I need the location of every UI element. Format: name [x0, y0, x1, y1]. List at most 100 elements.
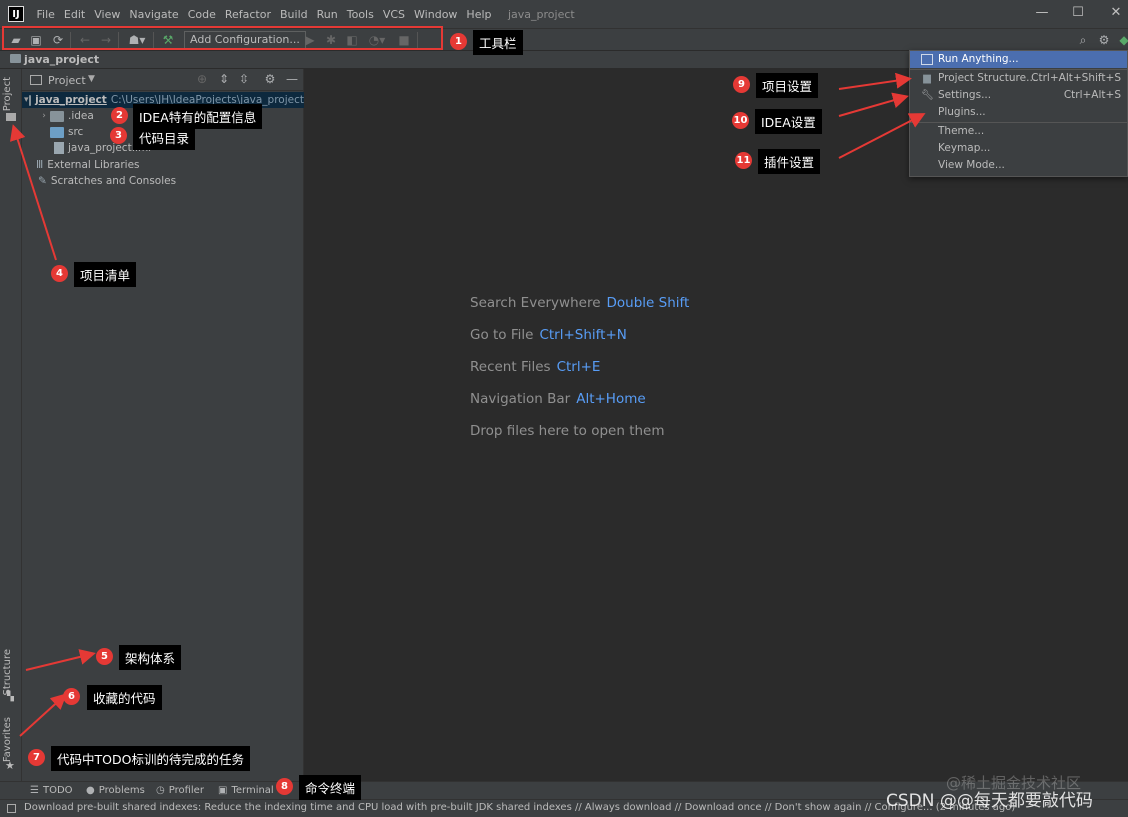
- annotation-badge: 5: [96, 648, 113, 665]
- annotation-badge: 9: [733, 76, 750, 93]
- annotation-label: 收藏的代码: [87, 685, 162, 710]
- tree-item-scratches[interactable]: ✎ Scratches and Consoles: [38, 173, 176, 189]
- annotation-label: 命令终端: [299, 775, 362, 800]
- library-icon: Ⅲ: [36, 159, 44, 171]
- tab-problems[interactable]: ● Problems: [86, 785, 145, 796]
- annotation-label: 架构体系: [119, 645, 182, 670]
- annotation-badge: 2: [111, 107, 128, 124]
- problems-icon: ●: [86, 785, 95, 796]
- menu-item-plugins[interactable]: Plugins...: [910, 104, 1127, 121]
- left-tool-strip: Project Structure ▚ Favorites ★: [0, 69, 22, 781]
- status-icon[interactable]: [7, 804, 16, 813]
- search-icon[interactable]: ⌕: [1075, 32, 1091, 48]
- tab-structure[interactable]: Structure: [2, 649, 13, 696]
- hint-recent-files: Recent Files Ctrl+E: [470, 359, 600, 375]
- status-message[interactable]: Download pre-built shared indexes: Reduc…: [24, 802, 1015, 813]
- tab-favorites[interactable]: Favorites: [2, 717, 13, 762]
- menu-item-settings[interactable]: 🔧︎ Settings... Ctrl+Alt+S: [910, 87, 1127, 104]
- watermark: CSDN @@每天都要敲代码: [886, 791, 1093, 811]
- source-folder-icon: [50, 126, 64, 138]
- chevron-right-icon[interactable]: ›: [38, 111, 50, 121]
- maximize-button[interactable]: ☐: [1069, 5, 1087, 20]
- tab-todo[interactable]: ☰ TODO: [30, 785, 73, 796]
- hint-text: Recent Files: [470, 359, 551, 375]
- menu-help[interactable]: Help: [462, 8, 496, 21]
- list-icon: ☰: [30, 785, 39, 796]
- hint-drop-files: Drop files here to open them: [470, 423, 665, 439]
- tree-item-idea[interactable]: › .idea: [38, 108, 94, 124]
- menu-item-project-structure[interactable]: ▆ Project Structure... Ctrl+Alt+Shift+S: [910, 70, 1127, 87]
- tab-terminal[interactable]: ▣ Terminal: [218, 785, 274, 796]
- hint-go-to-file: Go to File Ctrl+Shift+N: [470, 327, 627, 343]
- menu-navigate[interactable]: Navigate: [125, 8, 183, 21]
- menu-vcs[interactable]: VCS: [378, 8, 409, 21]
- expand-all-icon[interactable]: ⇕: [216, 72, 232, 86]
- tab-project[interactable]: Project: [2, 77, 13, 111]
- hint-text: Search Everywhere: [470, 295, 601, 311]
- menu-code[interactable]: Code: [183, 8, 220, 21]
- toolbar-highlight-box: [2, 26, 443, 50]
- folder-icon: [28, 94, 32, 106]
- hint-shortcut: Double Shift: [606, 295, 690, 311]
- file-icon: [54, 142, 64, 154]
- panel-title[interactable]: Project: [48, 74, 86, 87]
- tree-item-label: External Libraries: [47, 159, 140, 171]
- menu-item-view-mode[interactable]: View Mode...: [910, 157, 1127, 174]
- tree-root-label: java_project: [35, 94, 107, 106]
- gear-icon[interactable]: ⚙: [1096, 32, 1112, 48]
- chevron-down-icon[interactable]: ▾: [24, 95, 29, 105]
- menu-item-run-anything[interactable]: Run Anything...: [910, 51, 1127, 68]
- hint-shortcut: Ctrl+E: [556, 359, 601, 375]
- tree-item-src[interactable]: src: [50, 124, 83, 140]
- annotation-label: 代码中TODO标训的待完成的任务: [51, 746, 250, 771]
- menu-refactor[interactable]: Refactor: [220, 8, 275, 21]
- gear-icon[interactable]: ⚙: [262, 72, 278, 86]
- annotation-badge: 3: [110, 127, 127, 144]
- hint-text: Go to File: [470, 327, 534, 343]
- menu-run[interactable]: Run: [312, 8, 342, 21]
- tree-item-external-libraries[interactable]: Ⅲ External Libraries: [36, 157, 140, 173]
- annotation-badge: 8: [276, 778, 293, 795]
- menu-window[interactable]: Window: [410, 8, 462, 21]
- hint-shortcut: Alt+Home: [576, 391, 646, 407]
- close-button[interactable]: ✕: [1107, 5, 1125, 20]
- profiler-icon: ◷: [156, 785, 165, 796]
- annotation-label: 项目设置: [756, 73, 819, 98]
- menu-item-keymap[interactable]: Keymap...: [910, 140, 1127, 157]
- minimize-button[interactable]: —: [1033, 5, 1051, 20]
- hint-search-everywhere: Search Everywhere Double Shift: [470, 295, 689, 311]
- hint-navigation-bar: Navigation Bar Alt+Home: [470, 391, 646, 407]
- run-anything-icon: [921, 54, 933, 65]
- locate-icon[interactable]: ⊕: [194, 72, 210, 86]
- menu-tools[interactable]: Tools: [342, 8, 378, 21]
- collapse-all-icon[interactable]: ⇳: [236, 72, 252, 86]
- folder-icon: [10, 54, 21, 63]
- annotation-badge: 4: [51, 265, 68, 282]
- tree-item-label: .idea: [68, 110, 94, 122]
- project-view-icon: [30, 75, 42, 85]
- hint-shortcut: Ctrl+Shift+N: [539, 327, 627, 343]
- menu-build[interactable]: Build: [276, 8, 313, 21]
- annotation-badge: 1: [450, 33, 467, 50]
- hide-icon[interactable]: —: [284, 72, 300, 86]
- intellij-logo-icon: IJ: [8, 6, 24, 22]
- menu-edit[interactable]: Edit: [59, 8, 89, 21]
- terminal-icon: ▣: [218, 785, 228, 796]
- shield-icon[interactable]: ◆: [1116, 32, 1128, 48]
- menu-view[interactable]: View: [90, 8, 125, 21]
- annotation-badge: 11: [735, 152, 752, 169]
- hint-text: Drop files here to open them: [470, 423, 665, 439]
- annotation-label: 项目清单: [74, 262, 137, 287]
- breadcrumb[interactable]: java_project: [24, 53, 99, 66]
- tab-profiler[interactable]: ◷ Profiler: [156, 785, 204, 796]
- annotation-badge: 6: [63, 688, 80, 705]
- settings-dropdown-menu: Run Anything... ▆ Project Structure... C…: [909, 50, 1128, 177]
- menu-item-theme[interactable]: Theme...: [910, 123, 1127, 140]
- annotation-label: IDEA设置: [755, 109, 822, 134]
- menu-file[interactable]: File: [32, 8, 59, 21]
- panel-header: Project ▼ ⊕ ⇕ ⇳ ⚙ —: [22, 69, 304, 91]
- star-icon: ★: [5, 759, 15, 772]
- tree-item-label: Scratches and Consoles: [50, 175, 177, 187]
- scratches-icon: ✎: [38, 175, 47, 187]
- chevron-down-icon[interactable]: ▼: [88, 74, 95, 84]
